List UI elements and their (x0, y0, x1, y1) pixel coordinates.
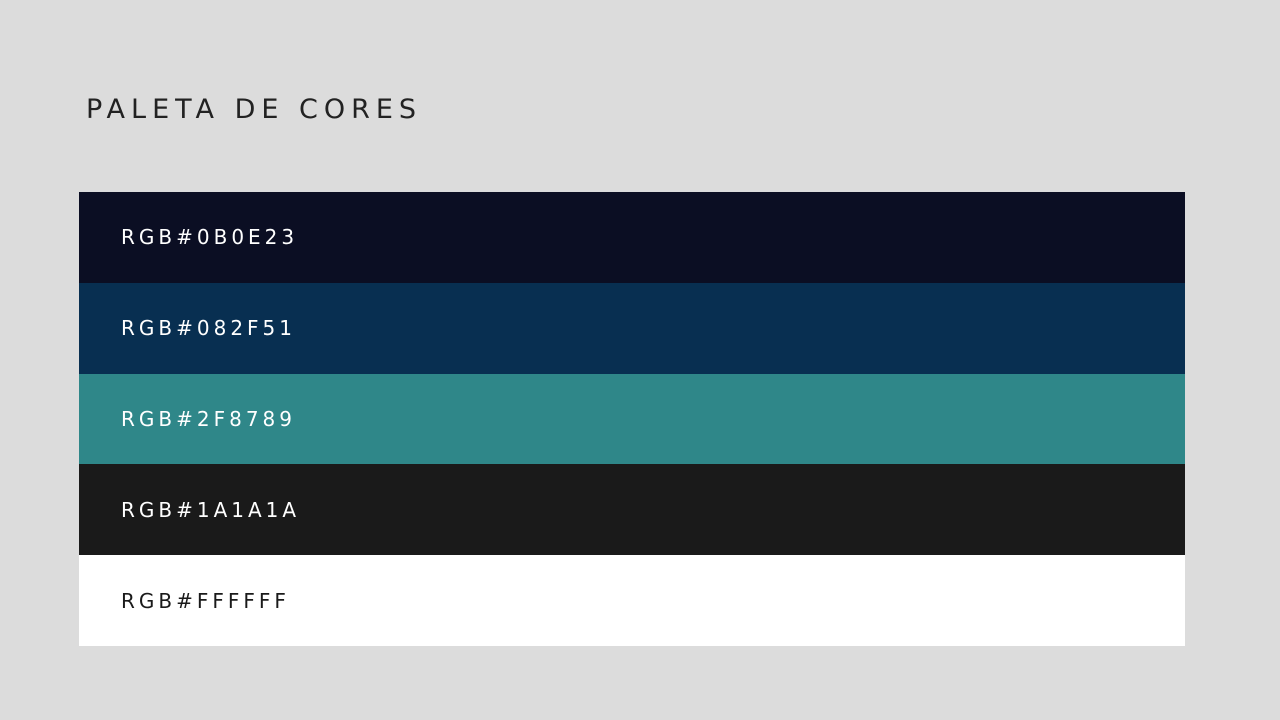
swatch-2f8789: RGB#2F8789 (79, 373, 1185, 465)
swatch-label: RGB#FFFFFF (121, 588, 290, 613)
swatch-label: RGB#082F51 (121, 316, 296, 341)
swatch-0b0e23: RGB#0B0E23 (79, 192, 1185, 283)
swatch-label: RGB#2F8789 (121, 406, 296, 431)
swatch-label: RGB#1A1A1A (121, 497, 301, 522)
swatch-082f51: RGB#082F51 (79, 282, 1185, 374)
swatch-label: RGB#0B0E23 (121, 225, 299, 250)
page-title: PALETA DE CORES (86, 94, 423, 125)
color-palette: RGB#0B0E23 RGB#082F51 RGB#2F8789 RGB#1A1… (79, 192, 1185, 646)
swatch-1a1a1a: RGB#1A1A1A (79, 464, 1185, 556)
swatch-ffffff: RGB#FFFFFF (79, 555, 1185, 646)
